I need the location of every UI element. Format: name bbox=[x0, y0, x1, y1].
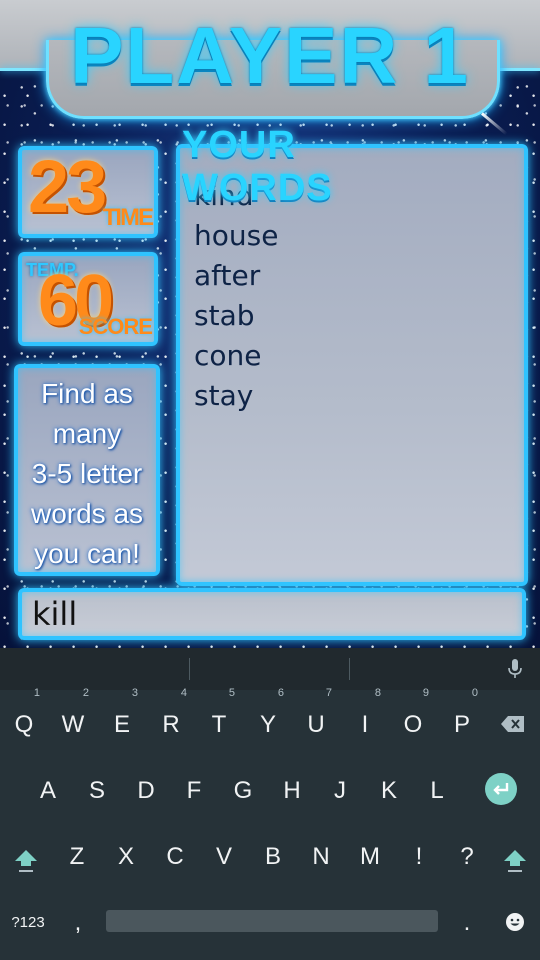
instructions-text: Find as many 3-5 letter words as you can… bbox=[18, 374, 156, 574]
key-label: Y bbox=[259, 711, 276, 738]
key-hint: 4 bbox=[180, 687, 187, 699]
suggestion-divider bbox=[349, 658, 350, 680]
key-d[interactable]: D bbox=[122, 760, 170, 820]
suggestion-divider bbox=[189, 658, 190, 680]
key-i[interactable]: 8I bbox=[341, 687, 389, 754]
key-k[interactable]: K bbox=[365, 760, 413, 820]
instructions-panel: Find as many 3-5 letter words as you can… bbox=[14, 364, 160, 576]
words-panel-title: YOUR WORDS bbox=[182, 124, 333, 209]
words-panel: kind house after stab cone stay bbox=[176, 144, 528, 586]
enter-key[interactable] bbox=[485, 773, 517, 805]
key-label: O bbox=[403, 711, 423, 738]
key-hint: 8 bbox=[374, 687, 381, 699]
game-screen: PLAYER 1 23 TIME TEMP. 60 SCORE Find as … bbox=[0, 0, 540, 648]
key-r[interactable]: 4R bbox=[147, 687, 195, 754]
words-list: kind house after stab cone stay bbox=[194, 176, 278, 416]
key-q[interactable]: 1Q bbox=[0, 687, 48, 754]
space-key[interactable] bbox=[106, 910, 438, 932]
instructions-line: words as bbox=[30, 498, 144, 529]
key-j[interactable]: J bbox=[316, 760, 364, 820]
word-item: house bbox=[194, 219, 279, 252]
key-exclamation[interactable]: ! bbox=[395, 826, 443, 886]
keyboard-row-1: 1Q 2W 3E 4R 5T 6Y 7U 8I 9O 0P bbox=[0, 687, 540, 754]
key-label: U bbox=[307, 711, 325, 738]
key-label: W bbox=[61, 711, 85, 738]
soft-keyboard: 1Q 2W 3E 4R 5T 6Y 7U 8I 9O 0P A S D F G … bbox=[0, 648, 540, 960]
time-panel: 23 TIME bbox=[18, 145, 158, 238]
key-w[interactable]: 2W bbox=[49, 687, 97, 754]
word-item: stab bbox=[194, 299, 255, 332]
key-z[interactable]: Z bbox=[53, 826, 101, 886]
backspace-icon[interactable] bbox=[500, 714, 526, 734]
word-input-panel bbox=[18, 588, 526, 640]
shooting-star bbox=[481, 112, 508, 136]
key-label: P bbox=[453, 711, 470, 738]
key-e[interactable]: 3E bbox=[98, 687, 146, 754]
key-hint: 5 bbox=[228, 687, 235, 699]
key-hint: 7 bbox=[325, 687, 332, 699]
key-l[interactable]: L bbox=[413, 760, 461, 820]
key-label: R bbox=[162, 711, 180, 738]
instructions-line: many bbox=[52, 418, 122, 449]
key-comma[interactable]: , bbox=[54, 892, 102, 952]
keyboard-row-2: A S D F G H J K L bbox=[0, 760, 540, 820]
key-hint: 6 bbox=[277, 687, 284, 699]
key-label: Q bbox=[14, 711, 34, 738]
key-m[interactable]: M bbox=[346, 826, 394, 886]
key-question[interactable]: ? bbox=[443, 826, 491, 886]
key-hint: 3 bbox=[131, 687, 138, 699]
key-label: I bbox=[361, 711, 369, 738]
key-u[interactable]: 7U bbox=[292, 687, 340, 754]
time-label: TIME bbox=[102, 204, 154, 231]
keyboard-row-3: Z X C V B N M ! ? bbox=[0, 826, 540, 886]
shift-icon[interactable] bbox=[503, 848, 527, 874]
mic-icon[interactable] bbox=[506, 658, 524, 680]
key-f[interactable]: F bbox=[170, 760, 218, 820]
time-value: 23 bbox=[28, 145, 107, 228]
key-a[interactable]: A bbox=[24, 760, 72, 820]
key-y[interactable]: 6Y bbox=[244, 687, 292, 754]
key-label: E bbox=[113, 711, 130, 738]
score-panel: TEMP. 60 SCORE bbox=[18, 252, 158, 346]
key-g[interactable]: G bbox=[219, 760, 267, 820]
key-o[interactable]: 9O bbox=[389, 687, 437, 754]
score-label: SCORE bbox=[78, 314, 153, 339]
instructions-line: 3-5 letter bbox=[31, 458, 143, 489]
key-hint: 2 bbox=[82, 687, 89, 699]
key-s[interactable]: S bbox=[73, 760, 121, 820]
key-t[interactable]: 5T bbox=[195, 687, 243, 754]
key-c[interactable]: C bbox=[151, 826, 199, 886]
key-p[interactable]: 0P bbox=[438, 687, 486, 754]
key-v[interactable]: V bbox=[200, 826, 248, 886]
key-hint: 1 bbox=[33, 687, 40, 699]
word-item: cone bbox=[194, 339, 262, 372]
enter-icon bbox=[493, 783, 509, 795]
key-symbols[interactable]: ?123 bbox=[4, 892, 52, 952]
key-x[interactable]: X bbox=[102, 826, 150, 886]
word-input[interactable] bbox=[32, 592, 512, 636]
emoji-icon[interactable] bbox=[505, 912, 525, 932]
key-period[interactable]: . bbox=[443, 892, 491, 952]
key-h[interactable]: H bbox=[268, 760, 316, 820]
key-b[interactable]: B bbox=[249, 826, 297, 886]
key-label: T bbox=[211, 711, 227, 738]
word-item: after bbox=[194, 259, 261, 292]
key-n[interactable]: N bbox=[297, 826, 345, 886]
suggestion-bar bbox=[0, 648, 540, 690]
word-item: stay bbox=[194, 379, 254, 412]
key-hint: 9 bbox=[422, 687, 429, 699]
key-hint: 0 bbox=[471, 687, 478, 699]
player-title: PLAYER 1 bbox=[70, 11, 470, 100]
instructions-line: Find as bbox=[41, 378, 133, 409]
instructions-line: you can! bbox=[34, 538, 140, 569]
